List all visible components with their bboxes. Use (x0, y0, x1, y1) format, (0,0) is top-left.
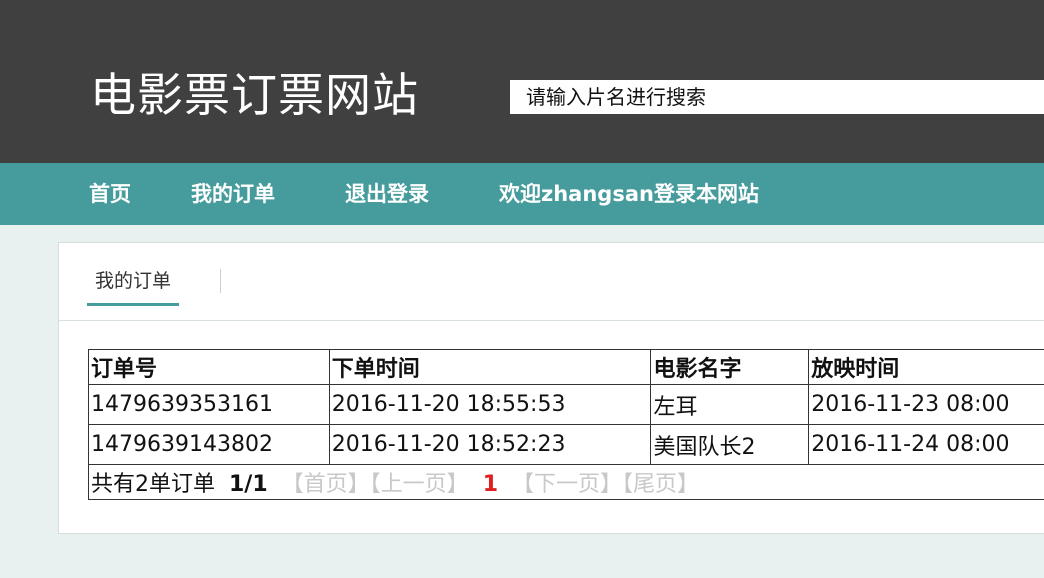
nav-logout-link[interactable]: 退出登录 (345, 163, 429, 225)
table-row: 1479639353161 2016-11-20 18:55:53 左耳 201… (88, 384, 1044, 425)
orders-table: 订单号 下单时间 电影名字 放映时间 1479639353161 2016-11… (88, 349, 1044, 500)
page-info: 1/1 (229, 472, 268, 497)
search-input[interactable] (510, 80, 1044, 114)
orders-panel: 我的订单 订单号 下单时间 电影名字 放映时间 1479639353161 20… (58, 242, 1044, 534)
prev-page-link[interactable]: 【上一页】 (370, 472, 469, 497)
nav-my-orders-link[interactable]: 我的订单 (191, 163, 275, 225)
column-header-movie-name: 电影名字 (650, 349, 810, 385)
pagination: 共有2单订单 1/1 【首页】【上一页】 1 【下一页】【尾页】 (91, 466, 699, 498)
table-row: 1479639143802 2016-11-20 18:52:23 美国队长2 … (88, 424, 1044, 465)
column-header-order-id: 订单号 (88, 349, 330, 385)
show-time-cell: 2016-11-23 08:00 (808, 384, 1044, 425)
nav-home-link[interactable]: 首页 (89, 163, 131, 225)
order-time-cell: 2016-11-20 18:52:23 (328, 424, 652, 465)
nav-bar: 首页 我的订单 退出登录 欢迎zhangsan登录本网站 (0, 163, 1044, 225)
first-page-link[interactable]: 【首页】 (282, 472, 370, 497)
site-title: 电影票订票网站 (90, 68, 419, 122)
column-header-show-time: 放映时间 (808, 349, 1044, 385)
column-header-order-time: 下单时间 (328, 349, 652, 385)
order-id-cell: 1479639353161 (88, 384, 330, 425)
tab-bar: 我的订单 (59, 243, 1044, 321)
tab-separator (220, 269, 221, 293)
nav-welcome-text: 欢迎zhangsan登录本网站 (499, 182, 759, 206)
tab-my-orders[interactable]: 我的订单 (87, 266, 180, 306)
pagination-cell: 共有2单订单 1/1 【首页】【上一页】 1 【下一页】【尾页】 (88, 464, 1044, 500)
movie-name-cell: 左耳 (650, 384, 810, 425)
last-page-link[interactable]: 【尾页】 (622, 472, 699, 497)
show-time-cell: 2016-11-24 08:00 (808, 424, 1044, 465)
pagination-row: 共有2单订单 1/1 【首页】【上一页】 1 【下一页】【尾页】 (88, 464, 1044, 500)
movie-name-cell: 美国队长2 (650, 424, 810, 465)
order-time-cell: 2016-11-20 18:55:53 (328, 384, 652, 425)
header-bar: 电影票订票网站 (0, 0, 1044, 163)
order-count-text: 共有2单订单 (91, 472, 215, 497)
order-id-cell: 1479639143802 (88, 424, 330, 465)
table-header-row: 订单号 下单时间 电影名字 放映时间 (88, 349, 1044, 385)
current-page-number: 1 (482, 472, 498, 497)
next-page-link[interactable]: 【下一页】 (512, 472, 622, 497)
